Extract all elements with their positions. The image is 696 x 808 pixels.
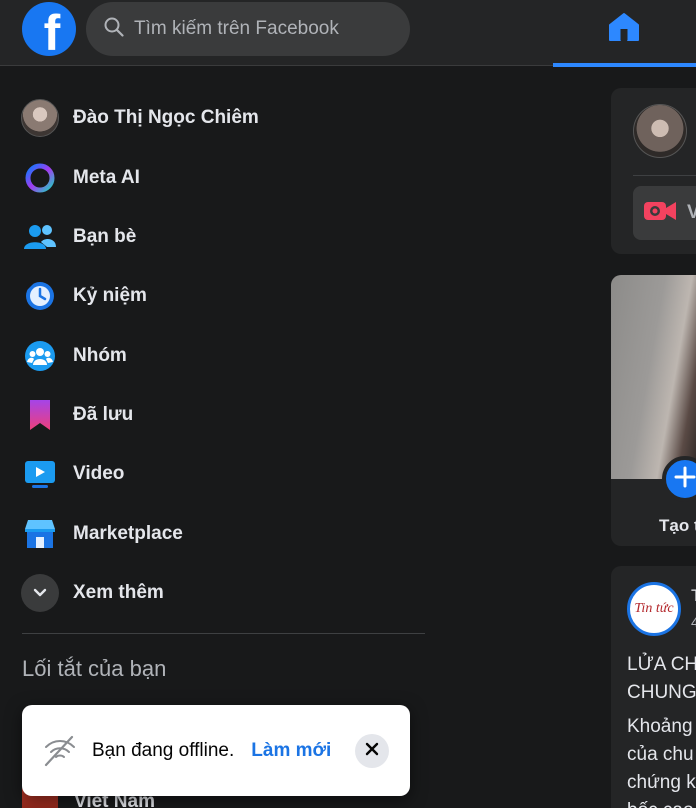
post-author[interactable]: T [691,586,696,606]
shortcuts-heading: Lối tắt của bạn [22,656,167,681]
tab-home[interactable] [553,0,696,67]
close-button[interactable] [355,734,389,768]
sidebar-item-profile[interactable]: Đào Thị Ngọc Chiêm [10,90,430,146]
plus-icon [674,466,696,493]
sidebar-item-label: Meta AI [73,167,140,188]
sidebar-item-marketplace[interactable]: Marketplace [10,506,430,562]
offline-toast: Bạn đang offline. Làm mới [22,705,410,796]
avatar[interactable] [633,104,687,158]
home-icon [608,12,640,47]
post-timestamp: 4 [691,614,696,630]
search-input[interactable] [134,18,394,40]
meta-ai-icon [20,158,60,198]
sidebar-item-label: Đã lưu [73,404,134,425]
marketplace-icon [20,514,60,554]
add-story-button[interactable] [662,456,696,502]
sidebar-item-friends[interactable]: Bạn bè [10,209,430,265]
page-avatar[interactable]: Tin tức [627,582,681,636]
saved-icon [20,395,60,435]
top-bar: f [0,0,696,67]
search-icon [104,17,124,42]
active-tab-indicator [553,63,696,67]
post-headline-line: LỬA CH [627,654,696,675]
post-headline: LỬA CH CHUNG [627,651,696,707]
video-icon [20,454,60,494]
create-story-card[interactable]: Tạo t [611,275,696,546]
offline-message: Bạn đang offline. [92,739,235,761]
sidebar-item-label: Kỷ niệm [73,285,147,306]
memories-icon [20,276,60,316]
sidebar-item-label: Xem thêm [73,582,164,603]
sidebar-item-see-more[interactable]: Xem thêm [10,565,430,621]
live-video-label: V [687,202,696,223]
post-body: Khoảng của chu chứng k bốc cao [627,713,696,808]
sidebar-item-saved[interactable]: Đã lưu [10,387,430,443]
profile-avatar [20,98,60,138]
sidebar-item-video[interactable]: Video [10,446,430,502]
composer-divider [633,175,696,176]
create-story-label: Tạo t [659,516,696,535]
story-photo [611,275,696,479]
sidebar-item-label: Marketplace [73,523,183,544]
post-composer: V [611,88,696,254]
sidebar-item-label: Nhóm [73,345,127,366]
sidebar-item-groups[interactable]: Nhóm [10,328,430,384]
live-video-button[interactable]: V [633,186,696,240]
friends-icon [20,217,60,257]
sidebar-item-label: Bạn bè [73,226,137,247]
sidebar-item-memories[interactable]: Kỷ niệm [10,268,430,324]
sidebar-item-label: Video [73,463,125,484]
facebook-logo-letter: f [43,5,61,56]
post-body-line: chứng k [627,772,696,793]
close-icon [365,742,379,761]
post-body-line: bốc cao [627,797,696,808]
live-video-icon [643,199,677,228]
feed-post: Tin tức T 4 LỬA CH CHUNG Khoảng của chu … [611,566,696,808]
facebook-logo[interactable]: f [22,2,76,56]
wifi-off-icon [40,731,80,771]
post-body-line: của chu [627,744,694,765]
page-logo-text: Tin tức [634,601,674,616]
refresh-link[interactable]: Làm mới [251,740,331,762]
groups-icon [20,336,60,376]
sidebar-item-label: Đào Thị Ngọc Chiêm [73,107,259,128]
post-body-line: Khoảng [627,716,693,737]
chevron-down-icon [21,574,59,612]
search-box[interactable] [86,2,410,56]
post-headline-line: CHUNG [627,682,696,703]
sidebar-item-meta-ai[interactable]: Meta AI [10,150,430,206]
sidebar-divider [22,633,425,634]
